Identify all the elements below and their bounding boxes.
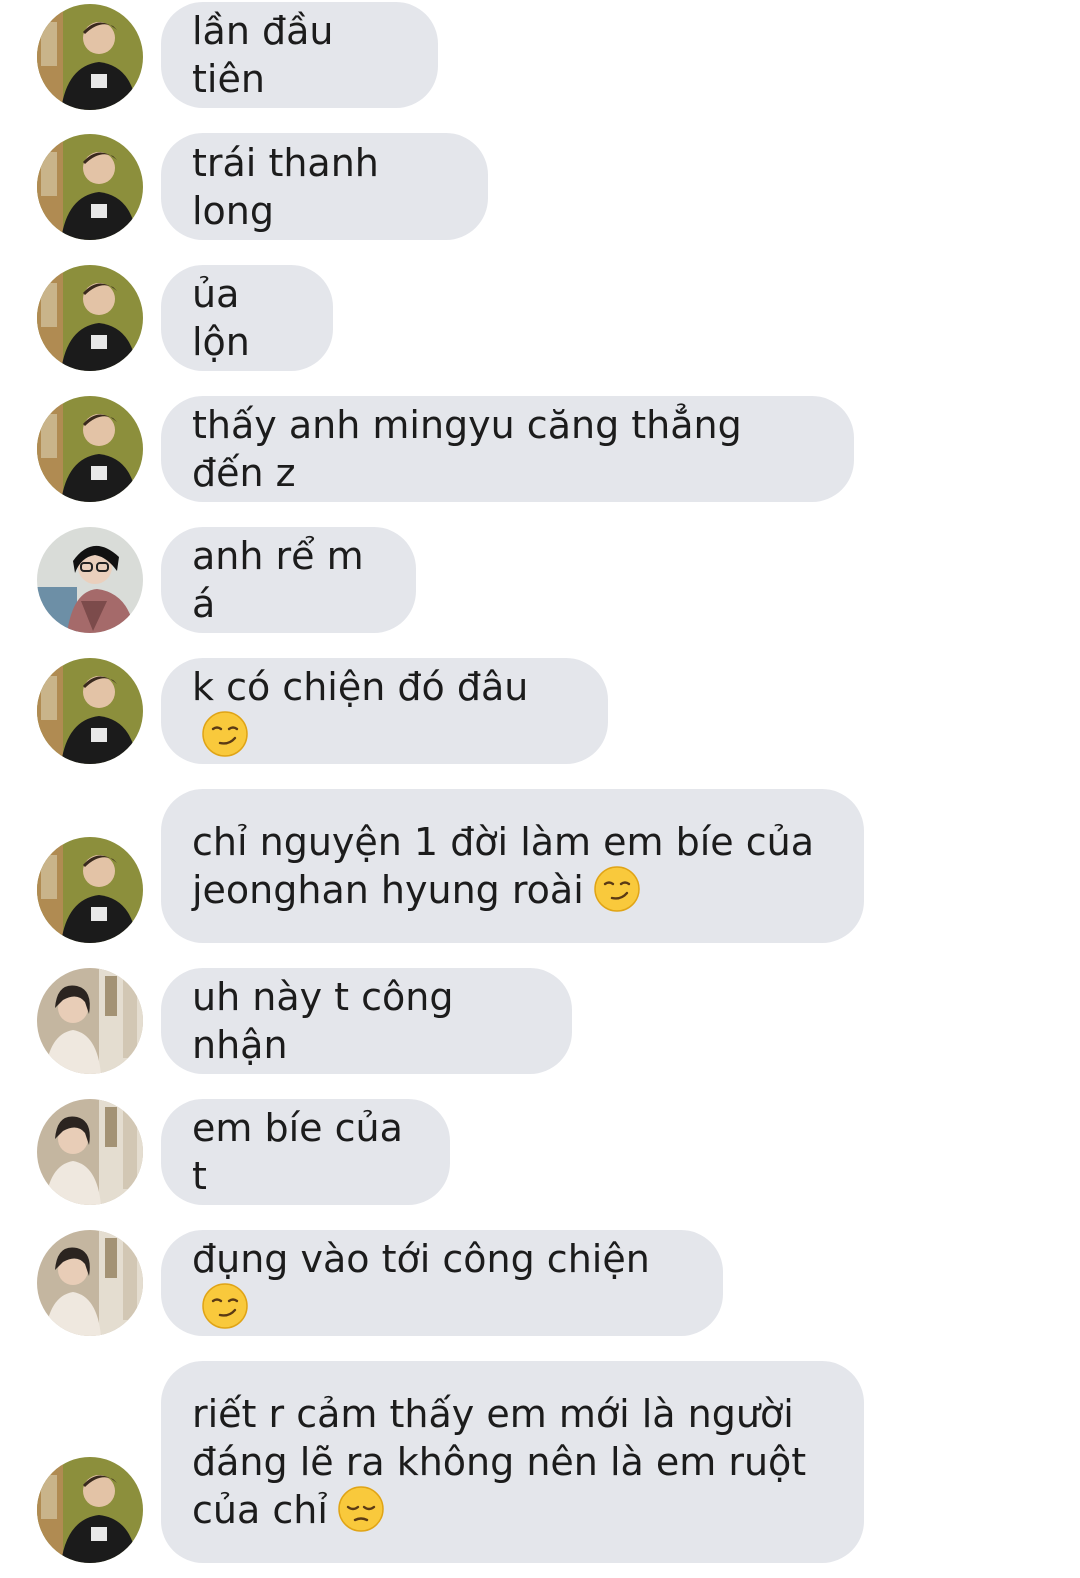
message-text-content: đụng vào tới công chiện bbox=[192, 1237, 650, 1281]
pensive-face-emoji-icon bbox=[338, 1486, 384, 1532]
person-a-avatar[interactable] bbox=[37, 837, 143, 943]
message-bubble[interactable]: uh này t công nhận bbox=[161, 968, 572, 1074]
message-bubble[interactable]: em bíe của t bbox=[161, 1099, 450, 1205]
person-a-avatar[interactable] bbox=[37, 4, 143, 110]
person-a-avatar[interactable] bbox=[37, 1457, 143, 1563]
person-a-avatar[interactable] bbox=[37, 658, 143, 764]
message-text-content: riết r cảm thấy em mới là người đáng lẽ … bbox=[192, 1392, 807, 1532]
message-text-content: k có chiện đó đâu bbox=[192, 665, 529, 709]
person-c-avatar[interactable] bbox=[37, 1230, 143, 1336]
message-text: uh này t công nhận bbox=[192, 975, 466, 1067]
message-text: trái thanh long bbox=[192, 140, 391, 233]
message-bubble[interactable]: anh rể m á bbox=[161, 527, 416, 633]
message-text: thấy anh mingyu căng thẳng đến z bbox=[192, 403, 754, 495]
person-c-avatar[interactable] bbox=[37, 968, 143, 1074]
message-text-content: chỉ nguyện 1 đời làm em bíe của jeonghan… bbox=[192, 820, 815, 912]
person-a-avatar[interactable] bbox=[37, 134, 143, 240]
message-bubble[interactable]: lần đầu tiên bbox=[161, 2, 438, 108]
message-text: k có chiện đó đâu bbox=[192, 663, 576, 759]
message-bubble[interactable]: chỉ nguyện 1 đời làm em bíe của jeonghan… bbox=[161, 789, 864, 943]
message-bubble[interactable]: k có chiện đó đâu bbox=[161, 658, 608, 764]
message-bubble[interactable]: ủa lộn bbox=[161, 265, 333, 371]
smirking-face-emoji-icon bbox=[202, 711, 248, 757]
message-text: ủa lộn bbox=[192, 272, 252, 364]
message-text: chỉ nguyện 1 đời làm em bíe của jeonghan… bbox=[192, 818, 814, 914]
message-text: anh rể m á bbox=[192, 534, 376, 626]
message-bubble[interactable]: thấy anh mingyu căng thẳng đến z bbox=[161, 396, 854, 502]
message-text: riết r cảm thấy em mới là người đáng lẽ … bbox=[192, 1390, 806, 1534]
message-text: em bíe của t bbox=[192, 1106, 415, 1198]
person-c-avatar[interactable] bbox=[37, 1099, 143, 1205]
message-bubble[interactable]: trái thanh long bbox=[161, 133, 488, 240]
smirking-face-emoji-icon bbox=[202, 1283, 248, 1329]
message-text: đụng vào tới công chiện bbox=[192, 1235, 691, 1331]
person-b-avatar[interactable] bbox=[37, 527, 143, 633]
person-a-avatar[interactable] bbox=[37, 396, 143, 502]
message-bubble[interactable]: đụng vào tới công chiện bbox=[161, 1230, 723, 1336]
message-text: lần đầu tiên bbox=[192, 9, 346, 101]
person-a-avatar[interactable] bbox=[37, 265, 143, 371]
message-bubble[interactable]: riết r cảm thấy em mới là người đáng lẽ … bbox=[161, 1361, 864, 1563]
smirking-face-emoji-icon bbox=[594, 866, 640, 912]
